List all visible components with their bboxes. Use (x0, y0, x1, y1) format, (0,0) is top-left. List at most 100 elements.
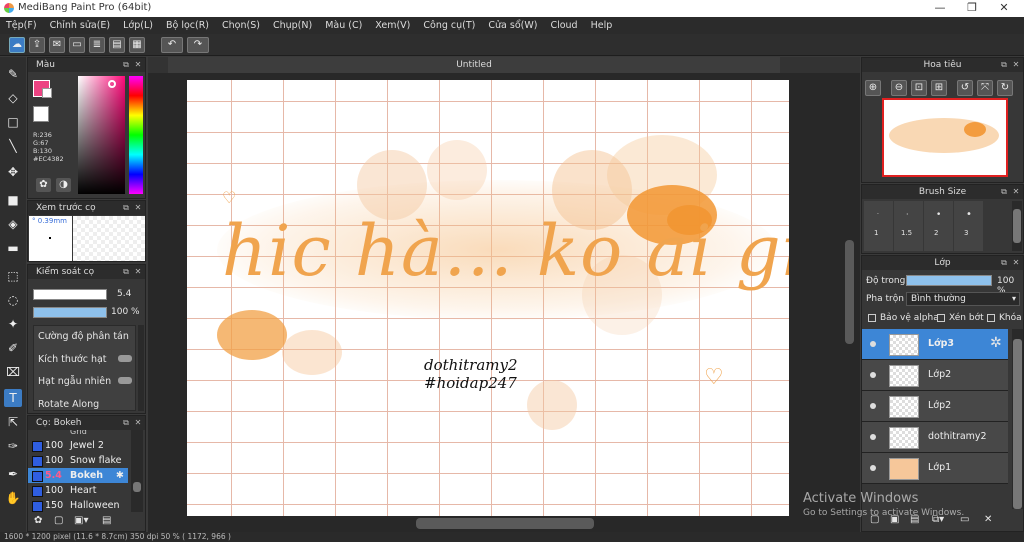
panel-close-icon[interactable]: ✕ (1011, 60, 1021, 70)
layer-row-lop2b[interactable]: Lớp2 (862, 391, 1008, 422)
select-eraser-icon[interactable]: ⌧ (4, 363, 22, 381)
panel-close-icon[interactable]: ✕ (133, 267, 143, 277)
brush-size-cell[interactable]: · 1 (864, 201, 893, 251)
protect-alpha-checkbox[interactable] (868, 314, 876, 322)
eyedropper-tool-icon[interactable]: ✒ (4, 465, 22, 483)
transparent-color-swatch[interactable] (33, 106, 49, 122)
document-icon[interactable]: ≣ (89, 37, 105, 53)
panel-float-icon[interactable]: ⧉ (121, 418, 131, 428)
redo-icon[interactable]: ↷ (187, 37, 209, 53)
cloud-icon[interactable]: ☁ (9, 37, 25, 53)
divide-tool-icon[interactable]: ✑ (4, 437, 22, 455)
brush-item-bokeh[interactable]: 5.4 Bokeh ✱ (28, 468, 128, 483)
brush-item-snowflake[interactable]: 100Snow flake 4 (28, 453, 128, 481)
new-brush-icon[interactable]: ▢ (54, 515, 63, 526)
panel-icon[interactable]: ▭ (69, 37, 85, 53)
canvas-vertical-scrollbar[interactable] (845, 240, 854, 344)
option-random-particle[interactable]: Hạt ngẫu nhiên (38, 376, 111, 387)
eraser-tool-icon[interactable]: ◇ (4, 89, 22, 107)
add-brush-icon[interactable]: ✿ (34, 515, 42, 526)
color-wheel-icon[interactable]: ◑ (56, 178, 71, 192)
menu-filter[interactable]: Bộ lọc(R) (166, 20, 209, 31)
blend-mode-select[interactable]: Bình thường ▾ (906, 292, 1020, 306)
panel-float-icon[interactable]: ⧉ (999, 60, 1009, 70)
panel-close-icon[interactable]: ✕ (133, 203, 143, 213)
scroll-thumb[interactable] (1013, 339, 1022, 509)
menu-file[interactable]: Tệp(F) (6, 20, 37, 31)
panel-close-icon[interactable]: ✕ (1011, 258, 1021, 268)
text-tool-icon[interactable]: T (4, 389, 22, 407)
layer-list-scrollbar[interactable] (1012, 329, 1023, 509)
lock-checkbox[interactable] (987, 314, 995, 322)
brush-list-scrollbar[interactable] (131, 430, 143, 512)
brush-item-heart[interactable]: 100 Heart (28, 483, 128, 498)
brush-options-scrollbar[interactable] (138, 325, 144, 411)
layer-row-dothitramy2[interactable]: dothitramy2 (862, 422, 1008, 453)
panel-close-icon[interactable]: ✕ (133, 418, 143, 428)
select-pen-icon[interactable]: ✐ (4, 339, 22, 357)
zoom-in-icon[interactable]: ⊕ (865, 80, 881, 96)
eye-icon[interactable] (870, 434, 876, 440)
rotate-left-icon[interactable]: ↺ (957, 80, 973, 96)
layer-row-lop3[interactable]: Lớp3 ✲ (862, 329, 1008, 360)
menu-snap[interactable]: Chụp(N) (273, 20, 312, 31)
magic-wand-icon[interactable]: ✦ (4, 315, 22, 333)
panel-float-icon[interactable]: ⧉ (121, 267, 131, 277)
random-particle-toggle[interactable] (118, 377, 132, 384)
brush-size-cell[interactable]: • 2 (924, 201, 953, 251)
select-tool-icon[interactable]: ⬚ (4, 267, 22, 285)
share-icon[interactable]: ⇪ (29, 37, 45, 53)
eye-icon[interactable] (870, 341, 876, 347)
rotate-right-icon[interactable]: ↻ (997, 80, 1013, 96)
layer-row-lop1[interactable]: Lớp1 (862, 453, 1008, 484)
hand-tool-icon[interactable]: ✋ (4, 489, 22, 507)
secondary-color-swatch[interactable] (42, 88, 52, 98)
color-picker-cursor[interactable] (108, 80, 116, 88)
menu-tools[interactable]: Công cụ(T) (423, 20, 475, 31)
brush-item-halloween[interactable]: 150 Halloween (28, 498, 128, 513)
clipping-checkbox[interactable] (937, 314, 945, 322)
hue-slider[interactable] (129, 76, 143, 194)
undo-icon[interactable]: ↶ (161, 37, 183, 53)
brush-item-partial[interactable]: Grid (28, 430, 128, 438)
menu-edit[interactable]: Chỉnh sửa(E) (50, 20, 111, 31)
brush-opacity-slider[interactable] (33, 307, 107, 318)
particle-size-toggle[interactable] (118, 355, 132, 362)
drawing-paper[interactable]: hic hà... ko ai giúp dothitramy2 #hoidap… (187, 80, 789, 516)
panel-close-icon[interactable]: ✕ (1011, 187, 1021, 197)
panel-float-icon[interactable]: ⧉ (121, 60, 131, 70)
brush-size-scrollbar[interactable] (1012, 201, 1022, 251)
tab-untitled[interactable]: Untitled (168, 57, 780, 73)
eye-icon[interactable] (870, 403, 876, 409)
menu-select[interactable]: Chọn(S) (222, 20, 260, 31)
brush-settings-icon[interactable]: ✱ (116, 468, 124, 483)
flip-icon[interactable]: ⤧ (977, 80, 993, 96)
material-icon[interactable]: ▤ (109, 37, 125, 53)
dot-tool-icon[interactable]: □ (4, 113, 22, 131)
line-tool-icon[interactable]: ╲ (4, 137, 22, 155)
brush-copy-icon[interactable]: ▤ (102, 515, 111, 526)
menu-layer[interactable]: Lớp(L) (123, 20, 153, 31)
minimize-button[interactable]: — (924, 0, 956, 17)
layer-row-lop2[interactable]: Lớp2 (862, 360, 1008, 391)
panel-float-icon[interactable]: ⧉ (121, 203, 131, 213)
maximize-button[interactable]: ❐ (956, 0, 988, 17)
brush-menu-icon[interactable]: ▣▾ (74, 515, 88, 526)
saturation-value-picker[interactable] (78, 76, 125, 194)
lasso-tool-icon[interactable]: ◌ (4, 291, 22, 309)
panel-float-icon[interactable]: ⧉ (999, 187, 1009, 197)
palette-icon[interactable]: ✿ (36, 178, 51, 192)
fill-rect-tool-icon[interactable]: ■ (4, 191, 22, 209)
fit-icon[interactable]: ⊡ (911, 80, 927, 96)
brush-size-slider[interactable] (33, 289, 107, 300)
scroll-thumb[interactable] (133, 482, 141, 492)
eye-icon[interactable] (870, 372, 876, 378)
close-button[interactable]: ✕ (988, 0, 1020, 17)
eye-icon[interactable] (870, 465, 876, 471)
gradient-tool-icon[interactable]: ▬ (4, 239, 22, 257)
menu-view[interactable]: Xem(V) (375, 20, 410, 31)
brush-tool-icon[interactable]: ✎ (4, 65, 22, 83)
brush-size-cell[interactable]: · 1.5 (894, 201, 923, 251)
option-scatter[interactable]: Cường độ phân tán (38, 331, 129, 342)
grid-icon[interactable]: ▦ (129, 37, 145, 53)
